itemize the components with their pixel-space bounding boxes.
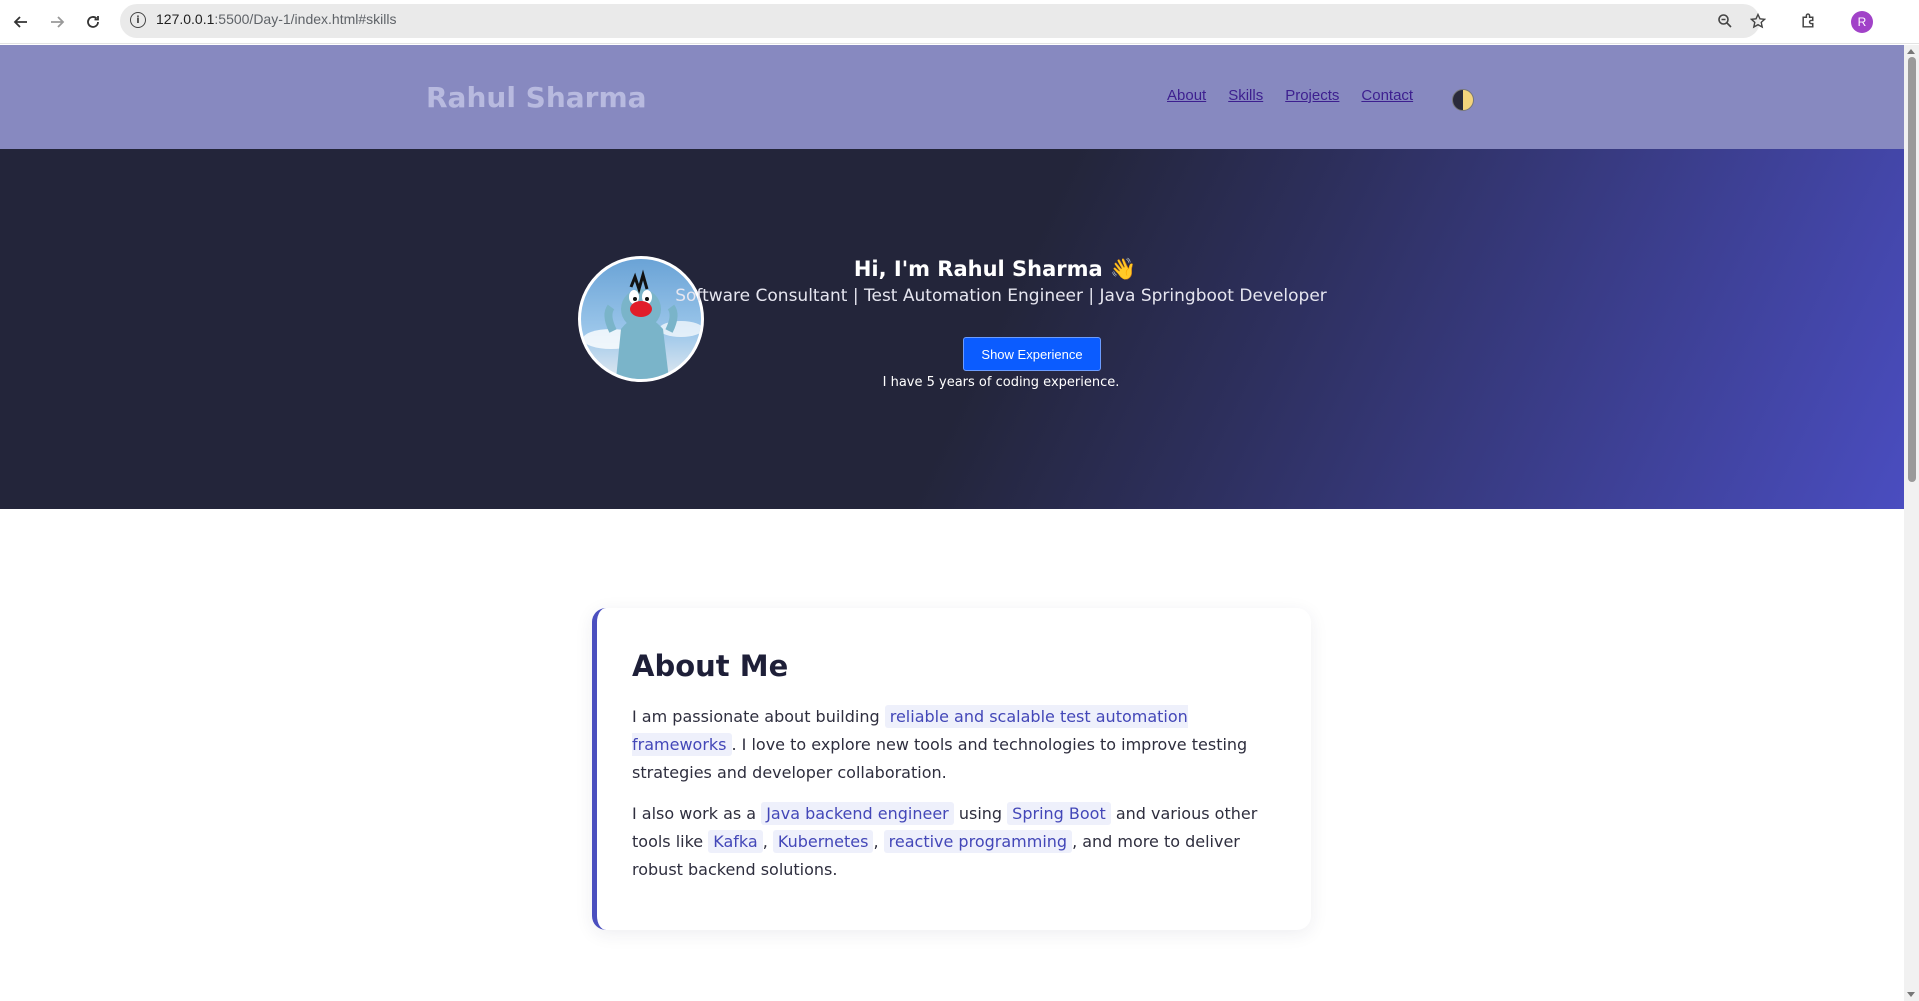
hero-section: Hi, I'm Rahul Sharma 👋 Software Consulta…	[0, 149, 1904, 509]
about-paragraph-2: I also work as a Java backend engineer u…	[632, 800, 1282, 884]
reload-icon[interactable]	[80, 9, 106, 35]
browser-toolbar: i 127.0.0.1:5500/Day-1/index.html#skills…	[0, 0, 1919, 44]
url-host: 127.0.0.1	[156, 11, 215, 27]
about-text: I also work as a	[632, 804, 757, 823]
about-text: I am passionate about building	[632, 707, 880, 726]
zoom-icon[interactable]	[1714, 10, 1736, 32]
about-card: About Me I am passionate about building …	[592, 608, 1311, 930]
about-title: About Me	[632, 649, 789, 683]
page-scrollbar[interactable]	[1904, 45, 1919, 1001]
url-path: :5500/Day-1/index.html#skills	[214, 11, 397, 27]
highlight-tag: Kubernetes	[772, 830, 874, 853]
nav-link-projects[interactable]: Projects	[1285, 87, 1339, 104]
about-paragraph-1: I am passionate about building reliable …	[632, 703, 1282, 787]
site-info-icon[interactable]: i	[130, 12, 146, 28]
hero-title: Hi, I'm Rahul Sharma 👋	[853, 257, 1137, 281]
nav-link-contact[interactable]: Contact	[1361, 87, 1413, 104]
highlight-tag: reactive programming	[883, 830, 1073, 853]
show-experience-button[interactable]: Show Experience	[963, 337, 1101, 371]
scroll-down-icon[interactable]	[1907, 992, 1915, 997]
nav-link-skills[interactable]: Skills	[1228, 87, 1263, 104]
about-text: using	[958, 804, 1003, 823]
back-arrow-icon[interactable]	[8, 9, 34, 35]
scroll-up-icon[interactable]	[1907, 49, 1915, 54]
main-nav: About Skills Projects Contact	[1167, 87, 1413, 104]
extensions-puzzle-icon[interactable]	[1797, 10, 1819, 32]
highlight-tag: Kafka	[708, 830, 763, 853]
bookmark-star-icon[interactable]	[1747, 10, 1769, 32]
page-viewport: Rahul Sharma About Skills Projects Conta…	[0, 45, 1904, 1001]
highlight-tag: Java backend engineer	[761, 802, 954, 825]
profile-avatar[interactable]: R	[1851, 11, 1873, 33]
site-header: Rahul Sharma About Skills Projects Conta…	[0, 45, 1904, 149]
separator: ,	[762, 832, 768, 851]
forward-arrow-icon[interactable]	[44, 9, 70, 35]
highlight-tag: Spring Boot	[1007, 802, 1111, 825]
hero-subtitle: Software Consultant | Test Automation En…	[675, 286, 1327, 306]
theme-toggle-half-moon-icon[interactable]	[1452, 89, 1474, 111]
separator: ,	[873, 832, 879, 851]
experience-text: I have 5 years of coding experience.	[882, 375, 1120, 390]
url-text[interactable]: 127.0.0.1:5500/Day-1/index.html#skills	[156, 11, 396, 27]
brand-name[interactable]: Rahul Sharma	[426, 81, 647, 114]
nav-link-about[interactable]: About	[1167, 87, 1206, 104]
scroll-thumb[interactable]	[1908, 57, 1916, 482]
